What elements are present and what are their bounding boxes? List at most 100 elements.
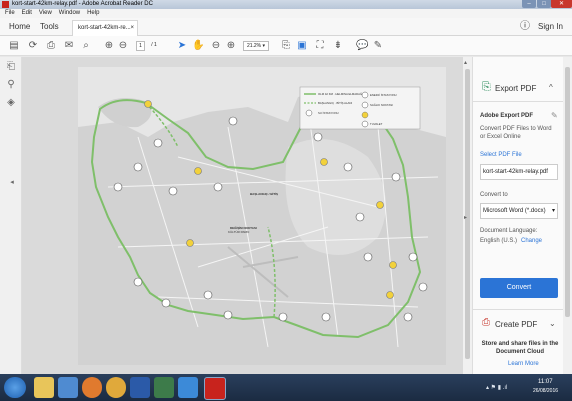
- legend-row: BAŞLANGIÇ · BİTİŞ ALANI: [318, 100, 352, 105]
- tray-time[interactable]: 11:07: [538, 379, 553, 385]
- convert-to-label: Convert to: [480, 192, 508, 198]
- menu-file[interactable]: File: [5, 9, 15, 18]
- media-player-icon[interactable]: [58, 377, 78, 398]
- change-language-link[interactable]: Change: [521, 238, 542, 244]
- toilet-marker: [313, 132, 323, 142]
- page-thumbnails-icon[interactable]: ⎗: [5, 61, 17, 73]
- toilet-marker: [363, 252, 373, 262]
- pdf-page-map[interactable]: OLM 42 KM · HELMINA ELMADAĞ BAŞLANGIÇ · …: [78, 67, 446, 365]
- menu-window[interactable]: Window: [59, 9, 80, 18]
- water-station-marker: [389, 261, 397, 269]
- toilet-marker: [278, 312, 288, 322]
- print-icon[interactable]: ⎙: [45, 40, 57, 52]
- legend-water-swatch: [361, 111, 369, 119]
- tab-home[interactable]: Home: [9, 18, 30, 36]
- app-icon[interactable]: [154, 377, 174, 398]
- document-language-label: Document Language:: [480, 228, 538, 234]
- panel-scrollbar-thumb[interactable]: [565, 67, 570, 317]
- sign-pen-icon[interactable]: ✎: [372, 40, 384, 52]
- selected-file-field[interactable]: kort-start-42km-relay.pdf: [480, 164, 558, 180]
- hand-tool-icon[interactable]: ✋: [192, 40, 204, 52]
- page-view-icon[interactable]: ▣: [296, 40, 308, 52]
- chrome-icon[interactable]: [106, 377, 126, 398]
- tray-date[interactable]: 26/08/2016: [533, 388, 558, 394]
- select-pdf-label: Select PDF File: [480, 152, 522, 158]
- select-cursor-icon[interactable]: ➤: [176, 40, 188, 52]
- water-station-marker: [144, 100, 152, 108]
- toilet-marker: [408, 252, 418, 262]
- export-pdf-title[interactable]: Export PDF: [495, 84, 536, 93]
- pin-icon[interactable]: ✎: [551, 111, 558, 120]
- water-station-marker: [376, 201, 384, 209]
- document-scrollbar[interactable]: ▴ ▸: [463, 57, 472, 374]
- toilet-marker: [161, 298, 171, 308]
- document-viewer[interactable]: OLM 42 KM · HELMINA ELMADAĞ BAŞLANGIÇ · …: [22, 57, 463, 374]
- panel-scrollbar[interactable]: [563, 57, 572, 374]
- export-pdf-icon: ⎘: [482, 81, 491, 93]
- close-window-button[interactable]: ✕: [551, 0, 572, 8]
- zoom-level-dropdown[interactable]: 21.2% ▾: [243, 41, 269, 51]
- section-description: Convert PDF Files to Word or Excel Onlin…: [480, 126, 552, 140]
- collapse-left-icon[interactable]: ◂: [6, 177, 18, 189]
- firefox-icon[interactable]: [82, 377, 102, 398]
- toilet-marker: [113, 182, 123, 192]
- tab-document-label: kort-start-42km-re...: [78, 25, 131, 31]
- zoom-out-icon[interactable]: ⊖: [210, 40, 222, 52]
- next-page-icon[interactable]: ⊖: [117, 40, 129, 52]
- legend-row: TUVALET: [370, 122, 383, 126]
- help-icon[interactable]: ⓘ: [520, 18, 530, 36]
- save-cloud-icon[interactable]: ⟳: [27, 40, 39, 52]
- email-icon[interactable]: ✉: [63, 40, 75, 52]
- window-title-bar: kort-start-42km-relay.pdf - Adobe Acroba…: [0, 0, 572, 9]
- toilet-marker: [403, 312, 413, 322]
- close-tab-icon[interactable]: ×: [130, 21, 134, 36]
- section-title: Adobe Export PDF: [480, 113, 534, 119]
- layers-icon[interactable]: ◈: [5, 97, 17, 109]
- scroll-up-icon[interactable]: ▴: [464, 59, 467, 66]
- word-icon[interactable]: [130, 377, 150, 398]
- fit-page-icon[interactable]: ⎘: [280, 40, 292, 52]
- convert-button[interactable]: Convert: [480, 278, 558, 298]
- menu-help[interactable]: Help: [87, 9, 99, 18]
- legend-toilet-swatch: [361, 91, 369, 99]
- search-icon[interactable]: ⌕: [80, 40, 92, 52]
- tab-tools[interactable]: Tools: [40, 18, 59, 36]
- tab-document[interactable]: kort-start-42km-re... ×: [72, 20, 138, 36]
- minimize-button[interactable]: –: [522, 0, 536, 8]
- maximize-button[interactable]: □: [537, 0, 551, 8]
- expand-chevron-icon[interactable]: ⌄: [549, 319, 556, 328]
- left-navigation-rail: ⎗ ⚲ ◈ ◂: [0, 57, 22, 374]
- attachments-icon[interactable]: ⚲: [5, 79, 17, 91]
- tools-right-panel: ⎘ Export PDF ^ Adobe Export PDF ✎ Conver…: [472, 57, 564, 374]
- sign-in-link[interactable]: Sign In: [538, 18, 563, 36]
- scrolling-mode-icon[interactable]: ⇟: [332, 40, 344, 52]
- menu-view[interactable]: View: [39, 9, 52, 18]
- convert-to-value: Microsoft Word (*.docx): [483, 208, 546, 214]
- start-button[interactable]: [4, 377, 26, 398]
- document-cloud-promo: Store and share files in the Document Cl…: [481, 341, 559, 355]
- dropdown-arrow-icon: ▾: [551, 208, 555, 214]
- toolbar: ▤ ⟳ ⎙ ✉ ⌕ ⊕ ⊖ 1 / 1 ➤ ✋ ⊖ ⊕ 21.2% ▾ ⎘ ▣ …: [0, 36, 572, 56]
- toilet-marker: [391, 172, 401, 182]
- acrobat-taskbar-icon[interactable]: [204, 377, 226, 400]
- system-tray-icons[interactable]: ▴ ⚑ ▮ .ıl: [486, 384, 507, 391]
- create-icon[interactable]: ▤: [8, 40, 20, 52]
- expand-right-panel-icon[interactable]: ▸: [464, 214, 467, 221]
- collapse-chevron-icon[interactable]: ^: [549, 83, 553, 92]
- skype-icon[interactable]: [178, 377, 198, 398]
- convert-to-dropdown[interactable]: Microsoft Word (*.docx) ▾: [480, 203, 558, 219]
- prev-page-icon[interactable]: ⊕: [103, 40, 115, 52]
- page-total: / 1: [151, 42, 157, 48]
- zoom-in-icon[interactable]: ⊕: [225, 40, 237, 52]
- file-explorer-icon[interactable]: [34, 377, 54, 398]
- comment-icon[interactable]: 💬: [356, 40, 368, 52]
- learn-more-link[interactable]: Learn More: [508, 361, 539, 367]
- page-number-input[interactable]: 1: [136, 41, 145, 51]
- menu-bar: File Edit View Window Help: [0, 9, 572, 18]
- water-station-marker: [386, 291, 394, 299]
- create-pdf-title[interactable]: Create PDF: [495, 320, 537, 329]
- full-screen-icon[interactable]: ⛶: [314, 40, 326, 52]
- acrobat-app-icon: [2, 1, 9, 8]
- menu-edit[interactable]: Edit: [22, 9, 32, 18]
- toilet-marker: [203, 290, 213, 300]
